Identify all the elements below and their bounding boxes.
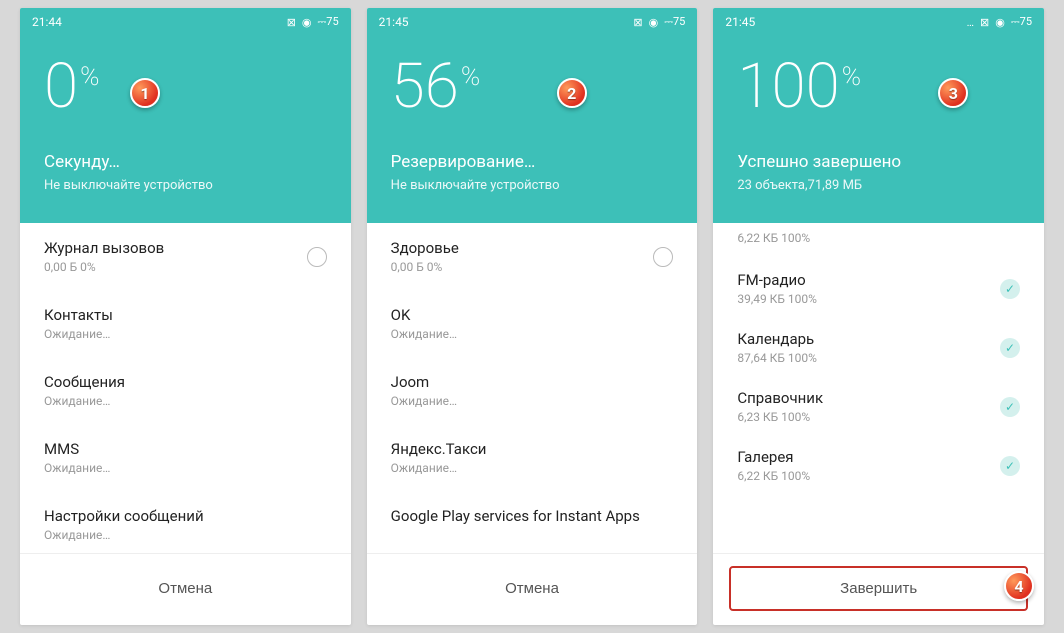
list-item: OK Ожидание… [367, 290, 698, 357]
no-sim-icon: ⊠ [633, 16, 642, 29]
step-badge-4: 4 [1004, 571, 1034, 601]
status-time: 21:45 [725, 15, 755, 29]
item-sub: Ожидание… [391, 461, 674, 475]
header-title: Резервирование… [391, 152, 674, 172]
status-time: 21:44 [32, 15, 62, 29]
list-item: Здоровье 0,00 Б 0% [367, 223, 698, 290]
item-title: Настройки сообщений [44, 507, 327, 525]
wifi-icon: ◉ [649, 16, 659, 29]
item-sub: Ожидание… [44, 327, 327, 341]
header-subtitle: Не выключайте устройство [391, 178, 674, 193]
item-sub: 0,00 Б 0% [44, 260, 307, 274]
item-sub: 0,00 Б 0% [391, 260, 654, 274]
item-title: OK [391, 306, 674, 324]
no-sim-icon: ⊠ [980, 16, 989, 29]
cancel-button[interactable]: Отмена [36, 566, 335, 611]
phone-screen-1: 21:44 ⊠ ◉ ⎓75 0% Секунду… Не выключайте … [20, 8, 351, 625]
progress-percent: 0% [44, 56, 327, 118]
status-bar: 21:45 ⊠ ◉ ⎓75 [367, 8, 698, 36]
list-item: Яндекс.Такси Ожидание… [367, 424, 698, 491]
item-sub-partial: 6,22 КБ 100% [713, 223, 1044, 259]
item-title: Joom [391, 373, 674, 391]
status-bar: 21:44 ⊠ ◉ ⎓75 [20, 8, 351, 36]
list-item: MMS Ожидание… [20, 424, 351, 491]
item-title: Яндекс.Такси [391, 440, 674, 458]
list-item: Журнал вызовов 0,00 Б 0% [20, 223, 351, 290]
battery-icon: ⎓75 [664, 15, 685, 29]
list-item: Настройки сообщений Ожидание… [20, 491, 351, 553]
wifi-icon: ◉ [995, 16, 1005, 29]
item-sub: 87,64 КБ 100% [737, 351, 1000, 365]
header-subtitle: Не выключайте устройство [44, 178, 327, 193]
more-icon: … [967, 16, 974, 29]
item-title: Здоровье [391, 239, 654, 257]
item-title: Журнал вызовов [44, 239, 307, 257]
list-item: Справочник 6,23 КБ 100% ✓ [713, 377, 1044, 436]
header-title: Успешно завершено [737, 152, 1020, 172]
item-sub: 39,49 КБ 100% [737, 292, 1000, 306]
list-item: Календарь 87,64 КБ 100% ✓ [713, 318, 1044, 377]
phone-screen-3: 21:45 … ⊠ ◉ ⎓75 100% Успешно завершено 2… [713, 8, 1044, 625]
list-item: Контакты Ожидание… [20, 290, 351, 357]
footer: Отмена [367, 553, 698, 625]
percent-sign: % [842, 64, 861, 90]
item-title: FM-радио [737, 271, 1000, 289]
progress-header: 100% Успешно завершено 23 объекта,71,89 … [713, 8, 1044, 223]
check-icon: ✓ [1000, 279, 1020, 299]
item-sub: Ожидание… [391, 394, 674, 408]
progress-header: 0% Секунду… Не выключайте устройство [20, 8, 351, 223]
battery-icon: ⎓75 [318, 15, 339, 29]
header-subtitle: 23 объекта,71,89 МБ [737, 178, 1020, 193]
list-item: Галерея 6,22 КБ 100% ✓ [713, 436, 1044, 495]
list-item: Joom Ожидание… [367, 357, 698, 424]
item-title: MMS [44, 440, 327, 458]
battery-icon: ⎓75 [1011, 15, 1032, 29]
item-title: Календарь [737, 330, 1000, 348]
percent-sign: % [461, 64, 480, 90]
item-sub: Ожидание… [44, 394, 327, 408]
list-item: Сообщения Ожидание… [20, 357, 351, 424]
item-title: Сообщения [44, 373, 327, 391]
item-sub: 6,23 КБ 100% [737, 410, 1000, 424]
header-title: Секунду… [44, 152, 327, 172]
progress-percent: 56% [391, 56, 674, 118]
status-icons: … ⊠ ◉ ⎓75 [967, 15, 1032, 29]
footer: Завершить [713, 553, 1044, 625]
percent-sign: % [80, 64, 99, 90]
item-title: Google Play services for Instant Apps [391, 507, 674, 525]
status-icons: ⊠ ◉ ⎓75 [633, 15, 685, 29]
check-icon: ✓ [1000, 338, 1020, 358]
item-sub: 6,22 КБ 100% [737, 469, 1000, 483]
backup-list: 6,22 КБ 100% FM-радио 39,49 КБ 100% ✓ Ка… [713, 223, 1044, 553]
list-item: FM-радио 39,49 КБ 100% ✓ [713, 259, 1044, 318]
phone-screen-2: 21:45 ⊠ ◉ ⎓75 56% Резервирование… Не вык… [367, 8, 698, 625]
item-title: Галерея [737, 448, 1000, 466]
wifi-icon: ◉ [302, 16, 312, 29]
footer: Отмена [20, 553, 351, 625]
item-sub: Ожидание… [44, 528, 327, 542]
item-title: Контакты [44, 306, 327, 324]
check-icon: ✓ [1000, 397, 1020, 417]
item-sub: Ожидание… [391, 327, 674, 341]
progress-circle-icon [307, 247, 327, 267]
progress-percent: 100% [737, 56, 1020, 118]
backup-list: Журнал вызовов 0,00 Б 0% Контакты Ожидан… [20, 223, 351, 553]
check-icon: ✓ [1000, 456, 1020, 476]
cancel-button[interactable]: Отмена [383, 566, 682, 611]
step-badge-1: 1 [130, 78, 160, 108]
list-item: Google Play services for Instant Apps [367, 491, 698, 544]
status-icons: ⊠ ◉ ⎓75 [287, 15, 339, 29]
status-time: 21:45 [379, 15, 409, 29]
item-title: Справочник [737, 389, 1000, 407]
progress-header: 56% Резервирование… Не выключайте устрой… [367, 8, 698, 223]
backup-list: Здоровье 0,00 Б 0% OK Ожидание… Joom Ожи… [367, 223, 698, 553]
item-sub: Ожидание… [44, 461, 327, 475]
step-badge-2: 2 [557, 78, 587, 108]
no-sim-icon: ⊠ [287, 16, 296, 29]
progress-circle-icon [653, 247, 673, 267]
status-bar: 21:45 … ⊠ ◉ ⎓75 [713, 8, 1044, 36]
finish-button[interactable]: Завершить [729, 566, 1028, 611]
